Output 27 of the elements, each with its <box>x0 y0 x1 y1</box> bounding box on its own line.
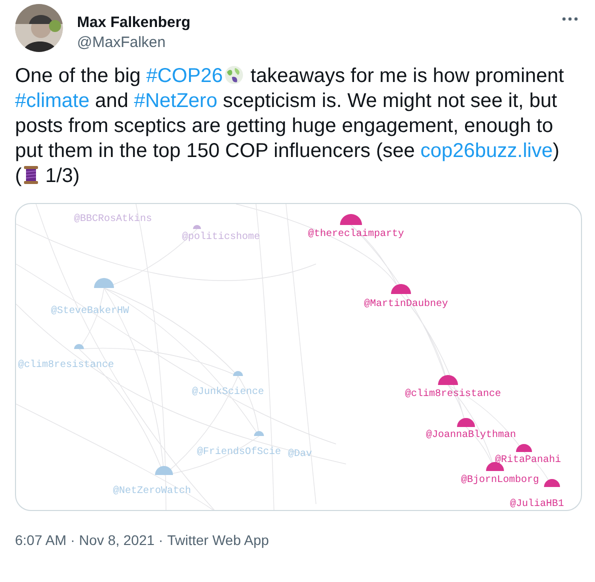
node-label: @MartinDaubney <box>364 299 448 310</box>
node-label: @BjornLomborg <box>461 475 540 486</box>
separator-dot: · <box>70 531 76 550</box>
tweet-source[interactable]: Twitter Web App <box>167 530 269 551</box>
node-label: @BBCRosAtkins <box>74 214 152 225</box>
node-label: @NetZeroWatch <box>113 486 192 497</box>
tweet-text: One of the big #COP26 takeaways for me is how prominent #climate and #NetZero scepticism is. We might not see it, but posts from sceptics are getting huge engagement, enough to put them in the top 150 COP influencers (see cop26buzz.live) ( 1/3) <box>15 64 565 189</box>
node-label: @clim8resistance <box>18 360 114 371</box>
tweet-date[interactable]: Nov 8, 2021 <box>79 530 155 551</box>
node-label: @JuliaHB1 <box>510 499 564 510</box>
author-name[interactable]: Max Falkenberg <box>77 13 562 32</box>
author-handle[interactable]: @MaxFalken <box>77 33 562 52</box>
node-label: @clim8resistance <box>405 389 502 400</box>
node-label: @Dav <box>288 449 312 460</box>
node-label: @JoannaBlythman <box>426 430 516 441</box>
tweet-time[interactable]: 6:07 AM <box>15 530 66 551</box>
avatar[interactable] <box>15 4 63 52</box>
node-label: @thereclaimparty <box>308 229 404 240</box>
node-label: @SteveBakerHW <box>51 306 130 317</box>
thread-spool-icon <box>22 165 39 185</box>
node-label: @politicshome <box>182 232 260 243</box>
more-icon[interactable] <box>562 17 578 21</box>
node-label: @RitaPanahi <box>495 455 562 466</box>
separator-dot: · <box>158 531 164 550</box>
node-label: @JunkScience <box>192 387 264 398</box>
node-label: @FriendsOfScie <box>197 447 282 458</box>
globe-icon <box>224 65 244 85</box>
